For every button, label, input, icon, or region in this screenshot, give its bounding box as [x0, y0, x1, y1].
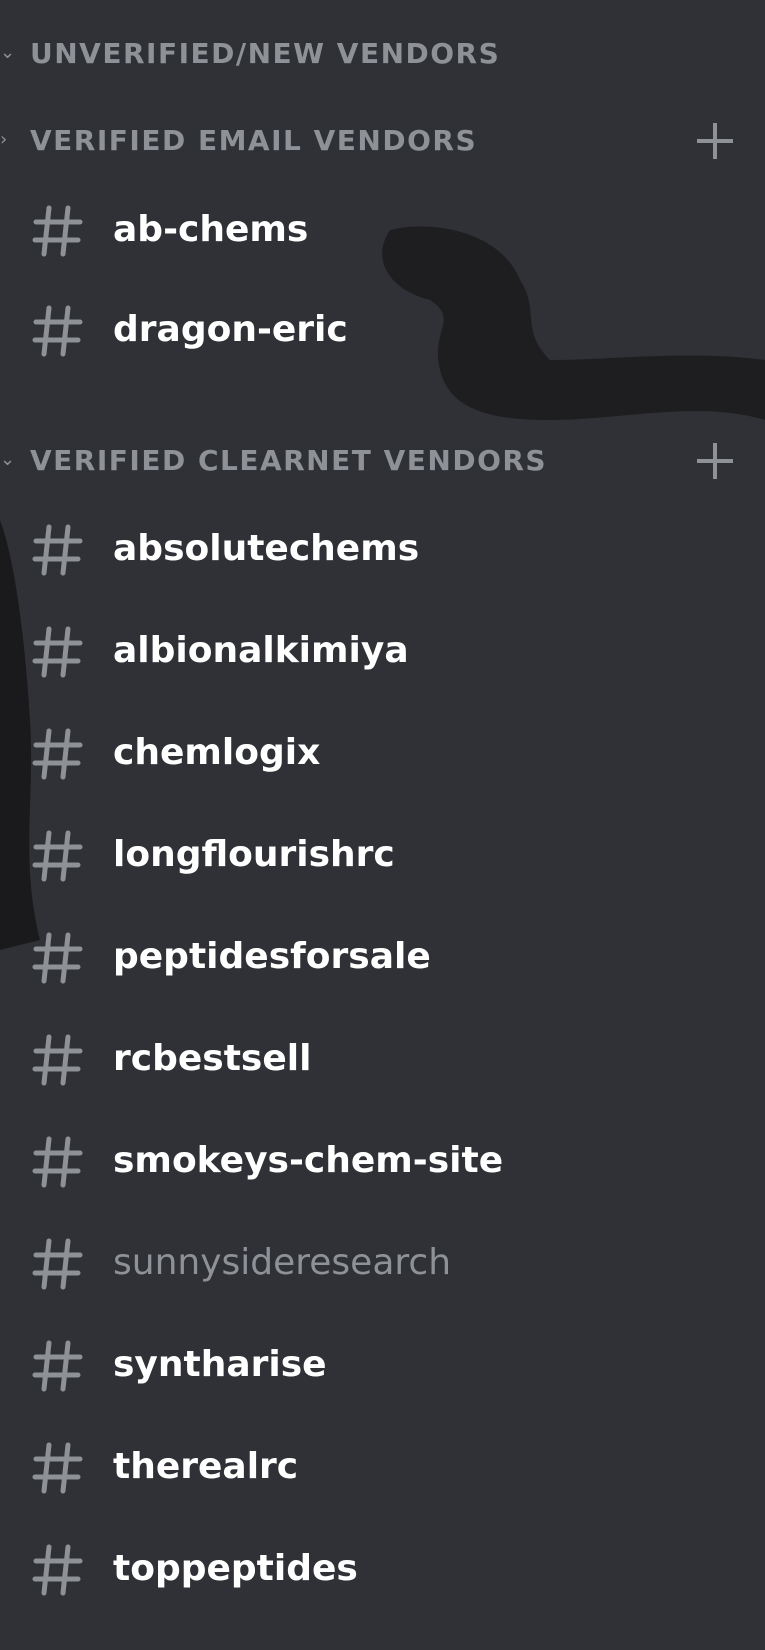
channel-name: therealrc: [113, 1446, 299, 1487]
channel-name: sunnysideresearch: [113, 1242, 452, 1283]
hashtag-icon: [32, 827, 84, 883]
channel-sidebar: ⌄ UNVERIFIED/NEW VENDORS › VERIFIED EMAI…: [0, 0, 765, 1650]
channel-name: longflourishrc: [113, 834, 395, 875]
channel-item[interactable]: dragon-eric: [0, 290, 765, 370]
hashtag-icon: [32, 1337, 84, 1393]
category-verified-clearnet-vendors[interactable]: ⌄ VERIFIED CLEARNET VENDORS: [0, 431, 765, 491]
channel-item[interactable]: smokeys-chem-site: [0, 1121, 765, 1201]
plus-icon[interactable]: [693, 439, 737, 483]
channel-item[interactable]: ab-chems: [0, 190, 765, 270]
hashtag-icon: [32, 623, 84, 679]
channel-item[interactable]: albionalkimiya: [0, 611, 765, 691]
channel-name: dragon-eric: [113, 309, 348, 350]
channel-item[interactable]: toppeptides: [0, 1529, 765, 1609]
channel-name: toppeptides: [113, 1548, 358, 1589]
hashtag-icon: [32, 1439, 84, 1495]
hashtag-icon: [32, 521, 84, 577]
chevron-down-icon: ⌄: [0, 42, 16, 63]
hashtag-icon: [32, 202, 84, 258]
hashtag-icon: [32, 1541, 84, 1597]
hashtag-icon: [32, 929, 84, 985]
channel-item[interactable]: sunnysideresearch: [0, 1223, 765, 1303]
hashtag-icon: [32, 1235, 84, 1291]
chevron-right-icon: ›: [0, 129, 8, 150]
channel-item[interactable]: syntharise: [0, 1325, 765, 1405]
channel-name: chemlogix: [113, 732, 321, 773]
channel-item[interactable]: absolutechems: [0, 509, 765, 589]
channel-item[interactable]: therealrc: [0, 1427, 765, 1507]
channel-name: absolutechems: [113, 528, 420, 569]
category-unverified-new-vendors[interactable]: ⌄ UNVERIFIED/NEW VENDORS: [0, 24, 765, 84]
plus-icon[interactable]: [693, 119, 737, 163]
category-verified-email-vendors[interactable]: › VERIFIED EMAIL VENDORS: [0, 111, 765, 171]
channel-name: albionalkimiya: [113, 630, 409, 671]
hashtag-icon: [32, 302, 84, 358]
channel-item[interactable]: longflourishrc: [0, 815, 765, 895]
hashtag-icon: [32, 725, 84, 781]
channel-item[interactable]: peptidesforsale: [0, 917, 765, 997]
category-label: VERIFIED CLEARNET VENDORS: [30, 444, 548, 477]
channel-name: peptidesforsale: [113, 936, 431, 977]
chevron-down-icon: ⌄: [0, 449, 16, 470]
channel-name: smokeys-chem-site: [113, 1140, 504, 1181]
category-label: VERIFIED EMAIL VENDORS: [30, 124, 478, 157]
channel-item[interactable]: rcbestsell: [0, 1019, 765, 1099]
channel-name: ab-chems: [113, 209, 309, 250]
channel-item[interactable]: chemlogix: [0, 713, 765, 793]
category-label: UNVERIFIED/NEW VENDORS: [30, 37, 501, 70]
hashtag-icon: [32, 1031, 84, 1087]
channel-name: syntharise: [113, 1344, 327, 1385]
hashtag-icon: [32, 1133, 84, 1189]
channel-name: rcbestsell: [113, 1038, 312, 1079]
